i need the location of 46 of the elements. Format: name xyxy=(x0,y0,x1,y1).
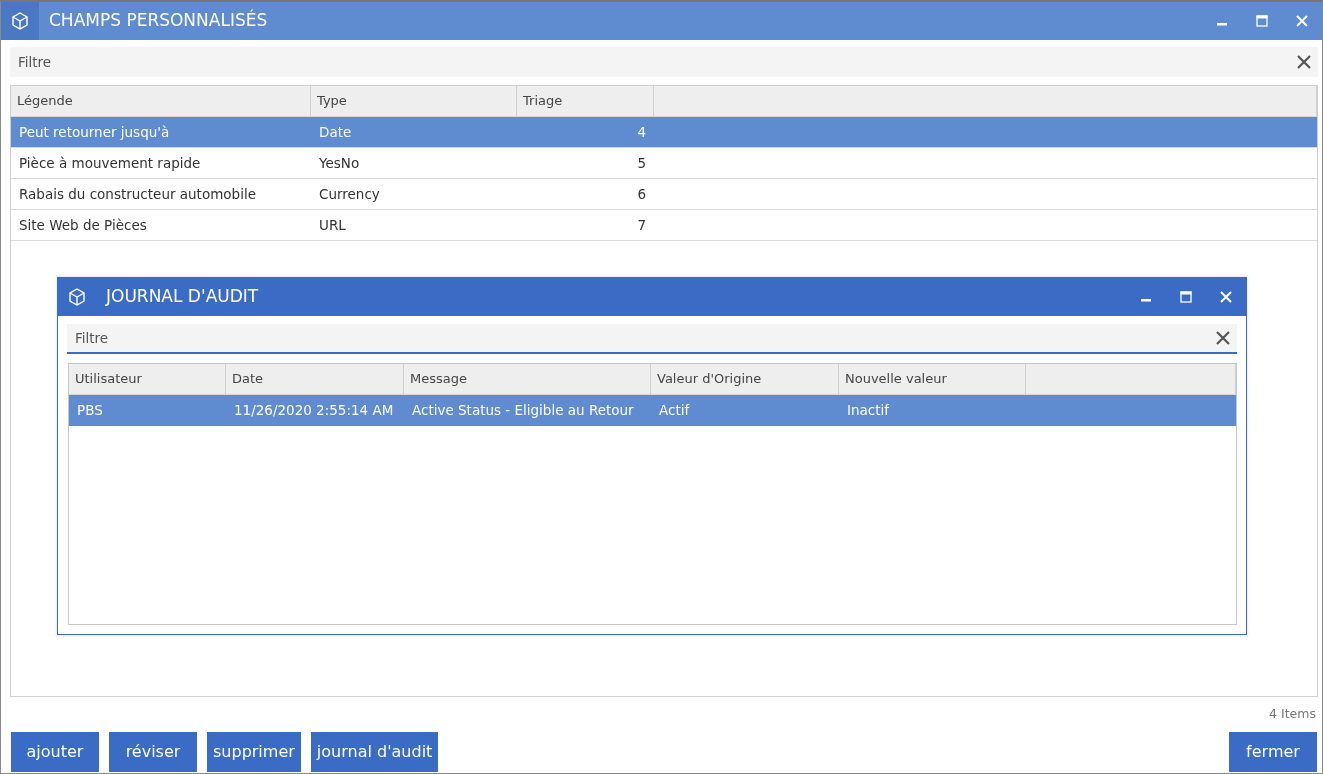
action-button[interactable]: supprimer xyxy=(207,731,301,772)
table-cell-text: YesNo xyxy=(318,153,361,173)
table-cell-text: 6 xyxy=(636,184,647,204)
clear-filter-icon[interactable] xyxy=(1297,55,1311,69)
cube-icon xyxy=(10,11,30,31)
table-row[interactable]: Pièce à mouvement rapide YesNo 5 xyxy=(11,148,1317,179)
window-title: JOURNAL D'AUDIT xyxy=(106,285,260,309)
window-title: CHAMPS PERSONNALISÉS xyxy=(49,8,269,33)
table-cell-text: Site Web de Pièces xyxy=(18,215,148,235)
table-cell-text: 11/26/2020 2:55:14 AM xyxy=(233,401,395,421)
table-cell-text: Date xyxy=(318,122,353,142)
clear-filter-icon[interactable] xyxy=(1216,331,1230,345)
maximize-icon[interactable] xyxy=(1180,291,1192,303)
table-cell-text: PBS xyxy=(76,401,104,421)
table-cell-text: 4 xyxy=(636,122,647,142)
close-button[interactable]: fermer xyxy=(1229,731,1317,772)
table-row[interactable]: Rabais du constructeur automobile Currency 6 xyxy=(11,179,1317,210)
table-cell-text: URL xyxy=(318,215,347,235)
close-icon[interactable] xyxy=(1219,290,1233,304)
column-header[interactable]: Type xyxy=(311,86,517,116)
table-cell-text: 7 xyxy=(636,215,647,235)
column-header[interactable]: Triage xyxy=(517,86,654,116)
action-button[interactable]: réviser xyxy=(109,731,197,772)
maximize-icon[interactable] xyxy=(1256,15,1268,27)
filter-field[interactable]: Filtre xyxy=(10,47,1290,77)
table-cell-text: Actif xyxy=(658,401,691,421)
table-cell-text: Pièce à mouvement rapide xyxy=(18,153,202,173)
column-header[interactable]: Valeur d'Origine xyxy=(651,364,839,394)
action-button[interactable]: journal d'audit xyxy=(310,731,439,772)
item-count: 4 Items xyxy=(1268,705,1317,723)
table-cell-text: Active Status - Eligible au Retour xyxy=(411,401,635,421)
cube-icon xyxy=(67,287,87,307)
action-button[interactable]: ajouter xyxy=(11,731,99,772)
column-header[interactable]: Message xyxy=(404,364,651,394)
table-cell-text: Peut retourner jusqu'à xyxy=(18,122,171,142)
column-header[interactable]: Utilisateur xyxy=(69,364,226,394)
table-cell-text: Rabais du constructeur automobile xyxy=(18,184,257,204)
table-cell-text: 5 xyxy=(636,153,647,173)
table-cell-text: Currency xyxy=(318,184,381,204)
column-header[interactable]: Nouvelle valeur xyxy=(839,364,1026,394)
column-header[interactable]: Date xyxy=(226,364,404,394)
filter-field[interactable]: Filtre xyxy=(67,324,1209,354)
table-row[interactable]: Site Web de Pièces URL 7 xyxy=(11,210,1317,241)
column-header[interactable]: Légende xyxy=(11,86,311,116)
close-icon[interactable] xyxy=(1295,14,1309,28)
table-cell-text: Inactif xyxy=(846,401,891,421)
